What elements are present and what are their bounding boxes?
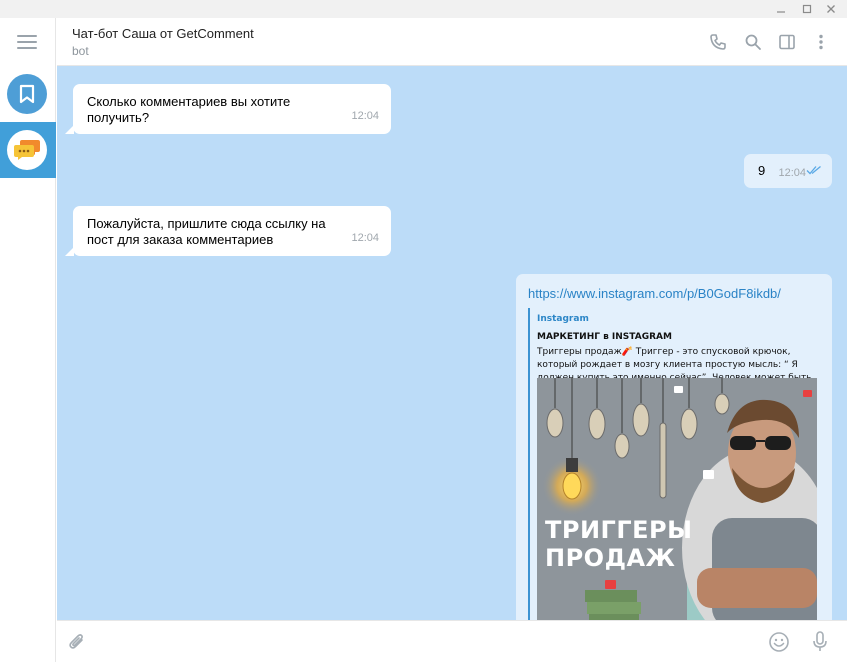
close-icon[interactable] bbox=[820, 0, 842, 18]
chat-bubbles-icon bbox=[14, 140, 40, 160]
sidebar-toggle-icon[interactable] bbox=[777, 32, 797, 52]
message-link[interactable]: https://www.instagram.com/p/B0GodF8ikdb/ bbox=[528, 286, 820, 302]
chat-status: bot bbox=[72, 44, 89, 58]
message-time: 12:04 bbox=[778, 167, 806, 179]
message-text: Сколько комментариев вы хотите получить? bbox=[87, 94, 291, 125]
hamburger-menu-icon[interactable] bbox=[17, 35, 37, 49]
chat-list-rail bbox=[0, 18, 56, 662]
microphone-icon[interactable] bbox=[811, 630, 829, 654]
link-preview[interactable]: Instagram МАРКЕТИНГ в INSTAGRAM Триггеры… bbox=[528, 308, 820, 620]
sidebar-item-chat-bot[interactable] bbox=[0, 122, 56, 178]
chat-title[interactable]: Чат-бот Саша от GetComment bbox=[72, 26, 254, 41]
link-preview-title: МАРКЕТИНГ в INSTAGRAM bbox=[537, 332, 672, 342]
link-preview-image[interactable]: ТРИГГЕРЫ ПРОДАЖ bbox=[537, 378, 817, 620]
message-time: 12:04 bbox=[351, 232, 379, 244]
search-icon[interactable] bbox=[743, 32, 763, 52]
message-incoming[interactable]: Сколько комментариев вы хотите получить?… bbox=[65, 84, 391, 134]
message-incoming[interactable]: Пожалуйста, пришлите сюда ссылку на пост… bbox=[65, 206, 391, 256]
message-text: Пожалуйста, пришлите сюда ссылку на пост… bbox=[87, 216, 326, 247]
phone-icon[interactable] bbox=[708, 32, 728, 52]
message-outgoing[interactable]: 9 12:04 bbox=[744, 154, 832, 188]
preview-image-headline: ТРИГГЕРЫ ПРОДАЖ bbox=[545, 516, 693, 572]
message-list[interactable]: Сколько комментариев вы хотите получить?… bbox=[57, 66, 847, 620]
bookmark-icon bbox=[19, 84, 35, 104]
emoji-icon[interactable] bbox=[768, 631, 790, 653]
more-vertical-icon[interactable] bbox=[811, 32, 831, 52]
message-outgoing-link[interactable]: https://www.instagram.com/p/B0GodF8ikdb/… bbox=[516, 274, 832, 620]
maximize-icon[interactable] bbox=[796, 0, 818, 18]
message-input[interactable] bbox=[101, 631, 741, 653]
paperclip-icon[interactable] bbox=[67, 631, 87, 653]
link-preview-site: Instagram bbox=[537, 314, 589, 324]
preview-photo bbox=[537, 378, 817, 620]
double-check-icon bbox=[806, 165, 821, 175]
chat-header: Чат-бот Саша от GetComment bot bbox=[57, 18, 847, 66]
minimize-icon[interactable] bbox=[770, 0, 792, 18]
sidebar-item-saved-messages[interactable] bbox=[7, 74, 47, 114]
window-titlebar bbox=[0, 0, 847, 18]
message-composer bbox=[57, 620, 847, 662]
avatar bbox=[7, 130, 47, 170]
message-time: 12:04 bbox=[351, 110, 379, 122]
